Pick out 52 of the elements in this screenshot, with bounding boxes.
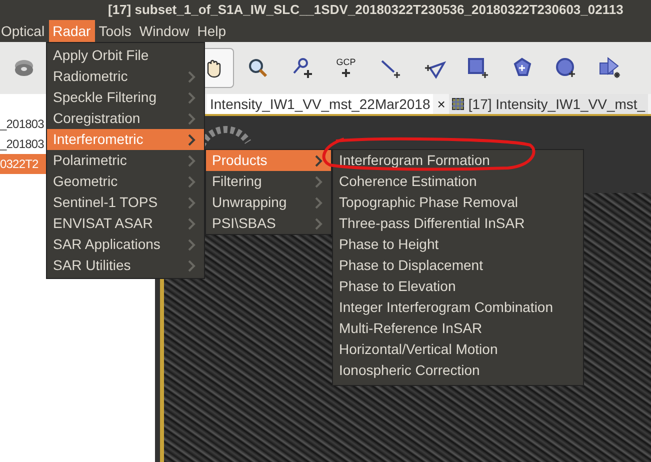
menu-item[interactable]: Speckle Filtering: [47, 87, 204, 108]
chevron-icon: [188, 112, 196, 124]
menu-item[interactable]: Horizontal/Vertical Motion: [333, 339, 583, 360]
rectangle-tool-icon: [466, 56, 490, 80]
menu-item[interactable]: Phase to Elevation: [333, 276, 583, 297]
menu-item[interactable]: Radiometric: [47, 66, 204, 87]
menu-item[interactable]: Interferogram Formation: [333, 150, 583, 171]
menu-item[interactable]: Filtering: [206, 171, 331, 192]
chevron-icon: [188, 218, 196, 230]
menu-item[interactable]: Help: [193, 20, 230, 42]
menu-item[interactable]: SAR Applications: [47, 234, 204, 255]
chevron-icon: [315, 154, 323, 166]
menu-item[interactable]: Multi-Reference InSAR: [333, 318, 583, 339]
menu-item[interactable]: Phase to Height: [333, 234, 583, 255]
menu-item[interactable]: Coherence Estimation: [333, 171, 583, 192]
chevron-icon: [315, 196, 323, 208]
chevron-icon: [315, 176, 323, 188]
menu-item[interactable]: Integer Interferogram Combination: [333, 297, 583, 318]
menu-item[interactable]: Unwrapping: [206, 192, 331, 213]
menu-item[interactable]: Sentinel-1 TOPS: [47, 192, 204, 213]
menu-item[interactable]: Apply Orbit File: [47, 45, 204, 66]
menu-item[interactable]: SAR Utilities: [47, 255, 204, 276]
chevron-icon: [188, 238, 196, 250]
menu-item[interactable]: PSI\SBAS: [206, 213, 331, 234]
ellipse-tool-icon: [554, 56, 578, 80]
menu-item[interactable]: Topographic Phase Removal: [333, 192, 583, 213]
menu-item[interactable]: Geometric: [47, 171, 204, 192]
menu-item[interactable]: Ionospheric Correction: [333, 360, 583, 381]
tab[interactable]: Intensity_IW1_VV_mst_22Mar2018: [207, 94, 434, 114]
chevron-icon: [188, 70, 196, 82]
chevron-icon: [315, 218, 323, 230]
menu-item[interactable]: Phase to Displacement: [333, 255, 583, 276]
zoom-icon: [246, 56, 270, 80]
insert-tool-icon: [598, 56, 622, 80]
menu-item[interactable]: ENVISAT ASAR: [47, 213, 204, 234]
menu-item[interactable]: Coregistration: [47, 108, 204, 129]
chevron-icon: [188, 260, 196, 272]
menu-item[interactable]: Tools: [94, 20, 136, 42]
chevron-icon: [188, 154, 196, 166]
chevron-icon: [188, 176, 196, 188]
tab[interactable]: [17] Intensity_IW1_VV_mst_: [449, 94, 648, 114]
chevron-icon: [188, 134, 196, 146]
window-title: [17] subset_1_of_S1A_IW_SLC__1SDV_20180322T230536_20180322T230603_02113: [108, 1, 624, 20]
menu-item[interactable]: Three-pass Differential InSAR: [333, 213, 583, 234]
menu-item[interactable]: Polarimetric: [47, 150, 204, 171]
tool-button[interactable]: GCP: [326, 48, 366, 88]
menu-item[interactable]: Optical: [0, 20, 49, 42]
menu-item[interactable]: Window: [135, 20, 194, 42]
chevron-icon: [188, 196, 196, 208]
close-tab-button[interactable]: ×: [433, 94, 450, 114]
chevron-icon: [188, 92, 196, 104]
raster-icon: [452, 98, 464, 110]
